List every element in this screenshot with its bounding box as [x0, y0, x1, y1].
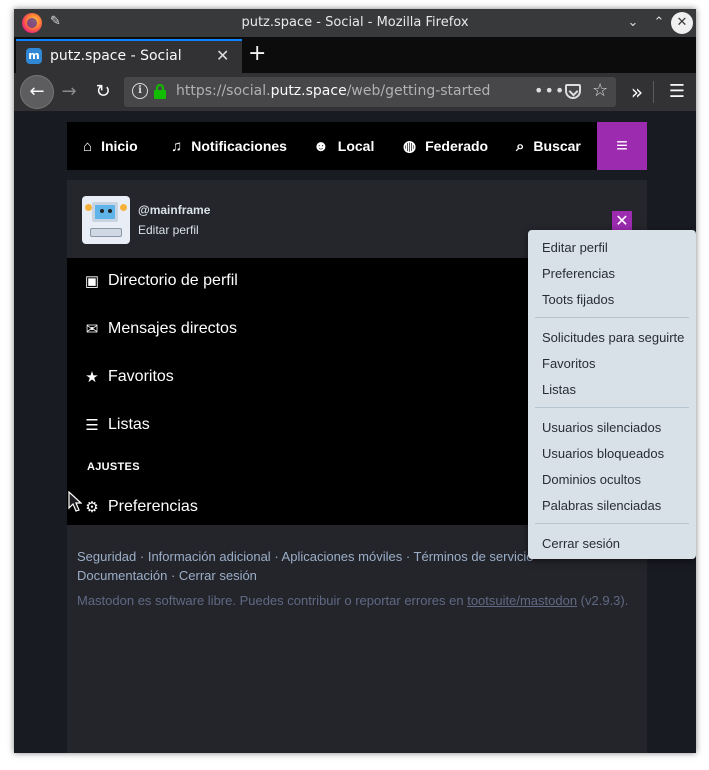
mastodon-favicon-icon: m: [26, 48, 42, 64]
search-icon: ⌕: [516, 138, 525, 155]
sidebar-item-label: Directorio de perfil: [108, 272, 238, 289]
maximize-button[interactable]: ⌃: [648, 12, 670, 34]
users-icon: ☻: [313, 138, 329, 155]
settings-heading: AJUSTES: [87, 461, 140, 473]
site-info-icon[interactable]: i: [132, 83, 148, 99]
navigation-toolbar: ← → ↻ i https://social.putz.space/web/ge…: [14, 73, 696, 111]
menu-item-solicitudes[interactable]: Solicitudes para seguirte: [542, 330, 684, 345]
new-tab-button[interactable]: +: [248, 43, 266, 65]
edit-profile-link[interactable]: Editar perfil: [138, 223, 199, 237]
globe-icon: ◍: [403, 138, 417, 155]
tab-title: putz.space - Social: [50, 48, 182, 64]
tab-close-icon[interactable]: ✕: [216, 46, 229, 65]
close-window-button[interactable]: ✕: [671, 12, 693, 34]
menu-item-cerrar-sesion[interactable]: Cerrar sesión: [542, 536, 620, 551]
menu-divider: [535, 407, 689, 408]
reload-button[interactable]: ↻: [88, 77, 118, 107]
footer-link-terms[interactable]: Términos de servicio: [414, 549, 534, 564]
source-link[interactable]: tootsuite/mastodon: [467, 593, 577, 608]
footer-link-logout[interactable]: Cerrar sesión: [179, 568, 257, 583]
menu-item-dominios-ocultos[interactable]: Dominios ocultos: [542, 472, 641, 487]
envelope-icon: ✉: [85, 321, 99, 338]
toolbar-divider: [653, 81, 654, 103]
url-bar[interactable]: i https://social.putz.space/web/getting-…: [124, 77, 616, 107]
menu-item-palabras-silenciadas[interactable]: Palabras silenciadas: [542, 498, 661, 513]
lock-icon[interactable]: [154, 84, 166, 100]
hamburger-menu-icon[interactable]: ☰: [662, 77, 692, 107]
menu-item-toots-fijados[interactable]: Toots fijados: [542, 292, 614, 307]
sidebar-item-label: Listas: [108, 416, 150, 433]
settings-dropdown-menu: Editar perfil Preferencias Toots fijados…: [528, 230, 696, 559]
cogs-icon: ⚙: [85, 499, 99, 516]
avatar[interactable]: [82, 196, 130, 244]
page-actions-icon[interactable]: •••: [534, 81, 565, 100]
bell-icon: ♫: [171, 138, 183, 155]
overflow-chevron-icon[interactable]: »: [622, 77, 652, 107]
title-bar: ✎ putz.space - Social - Mozilla Firefox …: [14, 9, 696, 37]
menu-item-editar-perfil[interactable]: Editar perfil: [542, 240, 608, 255]
menu-item-favoritos[interactable]: Favoritos: [542, 356, 595, 371]
bookmark-star-icon[interactable]: ☆: [592, 80, 608, 101]
nav-local[interactable]: ☻ Local: [313, 122, 374, 170]
menu-item-usuarios-bloqueados[interactable]: Usuarios bloqueados: [542, 446, 664, 461]
tab-putz-space-social[interactable]: m putz.space - Social ✕: [16, 39, 242, 73]
back-button[interactable]: ←: [20, 75, 54, 109]
url-domain: putz.space: [270, 83, 347, 99]
mastodon-tab-bar: ⌂ Inicio ♫ Notificaciones ☻ Local ◍ Federado…: [67, 122, 647, 170]
menu-toggle-button[interactable]: ≡: [597, 122, 647, 170]
list-icon: ☰: [85, 417, 99, 434]
sidebar-item-label: Preferencias: [108, 498, 198, 515]
account-handle[interactable]: @mainframe: [138, 203, 210, 217]
nav-inicio[interactable]: ⌂ Inicio: [83, 122, 138, 170]
address-book-icon: ▣: [84, 273, 100, 290]
footer-link-docs[interactable]: Documentación: [77, 568, 167, 583]
sidebar-item-label: Mensajes directos: [108, 320, 237, 337]
browser-window: ✎ putz.space - Social - Mozilla Firefox …: [14, 9, 696, 753]
menu-item-listas[interactable]: Listas: [542, 382, 576, 397]
menu-divider: [535, 523, 689, 524]
menu-item-usuarios-silenciados[interactable]: Usuarios silenciados: [542, 420, 661, 435]
window-title: putz.space - Social - Mozilla Firefox: [241, 15, 469, 30]
footer-link-seguridad[interactable]: Seguridad: [77, 549, 136, 564]
tab-bar: m putz.space - Social ✕ +: [14, 37, 696, 73]
star-icon: ★: [85, 369, 99, 386]
menu-item-preferencias[interactable]: Preferencias: [542, 266, 615, 281]
pocket-icon[interactable]: [565, 84, 581, 99]
sidebar-item-label: Favoritos: [108, 368, 174, 385]
footer-link-apps[interactable]: Aplicaciones móviles: [282, 549, 403, 564]
nav-notificaciones[interactable]: ♫ Notificaciones: [171, 122, 287, 170]
menu-divider: [535, 317, 689, 318]
nav-buscar[interactable]: ⌕ Buscar: [516, 122, 581, 170]
url-text[interactable]: https://social.putz.space/web/getting-st…: [176, 83, 490, 99]
minimize-button[interactable]: ⌄: [622, 12, 644, 34]
page-footer: Seguridad · Información adicional · Apli…: [67, 525, 647, 753]
forward-button[interactable]: →: [54, 77, 84, 107]
footer-note: Mastodon es software libre. Puedes contr…: [77, 593, 629, 608]
nav-federado[interactable]: ◍ Federado: [403, 122, 488, 170]
close-menu-button[interactable]: ✕: [612, 211, 632, 231]
mouse-cursor-icon: [68, 491, 82, 512]
footer-link-info[interactable]: Información adicional: [148, 549, 271, 564]
home-icon: ⌂: [83, 138, 93, 155]
